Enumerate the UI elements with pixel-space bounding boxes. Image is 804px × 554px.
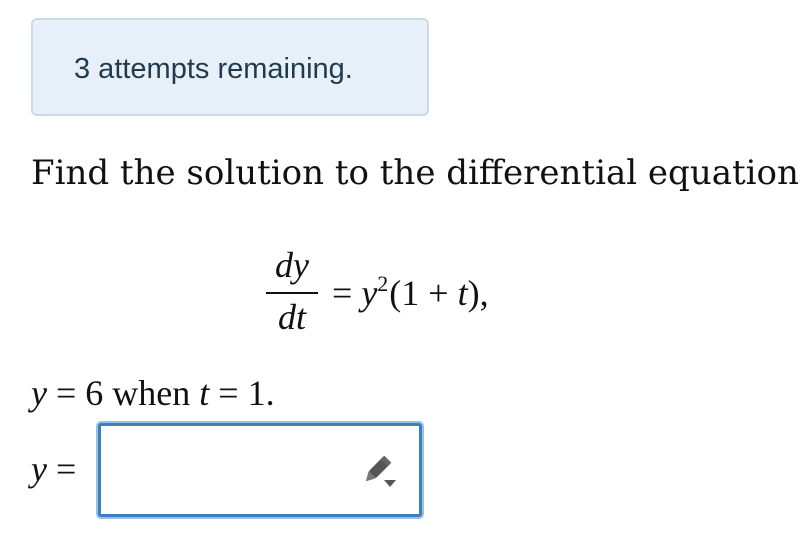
- fraction-denominator: dt: [277, 297, 306, 337]
- problem-prompt: Find the solution to the differential eq…: [31, 153, 799, 193]
- attempts-banner: 3 attempts remaining.: [31, 18, 429, 116]
- fraction-numerator: dy: [275, 245, 309, 285]
- answer-field[interactable]: [98, 423, 422, 517]
- answer-label-equals: =: [46, 449, 77, 489]
- answer-label: y =: [31, 448, 76, 490]
- equals-sign: =: [332, 273, 353, 313]
- rhs-paren-close: ),: [467, 273, 489, 313]
- condition-y-variable: y: [31, 373, 47, 413]
- answer-input[interactable]: [107, 432, 351, 510]
- condition-text-2: = 1.: [209, 373, 275, 413]
- rhs-t-variable: t: [457, 273, 468, 313]
- condition-text-1: = 6 when: [46, 373, 200, 413]
- rhs-base-variable: y: [361, 273, 378, 313]
- attempts-remaining-text: 3 attempts remaining.: [74, 53, 353, 85]
- differential-equation: dy dt = y2(1 + t),: [262, 242, 562, 342]
- rhs-paren-open: (1 +: [389, 273, 458, 313]
- condition-t-variable: t: [199, 373, 210, 413]
- pencil-dropdown-icon[interactable]: [357, 450, 401, 494]
- rhs-exponent: 2: [377, 271, 389, 296]
- answer-label-variable: y: [31, 449, 47, 489]
- fraction-bar: [266, 292, 318, 294]
- equation-right-side: = y2(1 + t),: [332, 271, 489, 314]
- initial-condition: y = 6 when t = 1.: [31, 372, 275, 414]
